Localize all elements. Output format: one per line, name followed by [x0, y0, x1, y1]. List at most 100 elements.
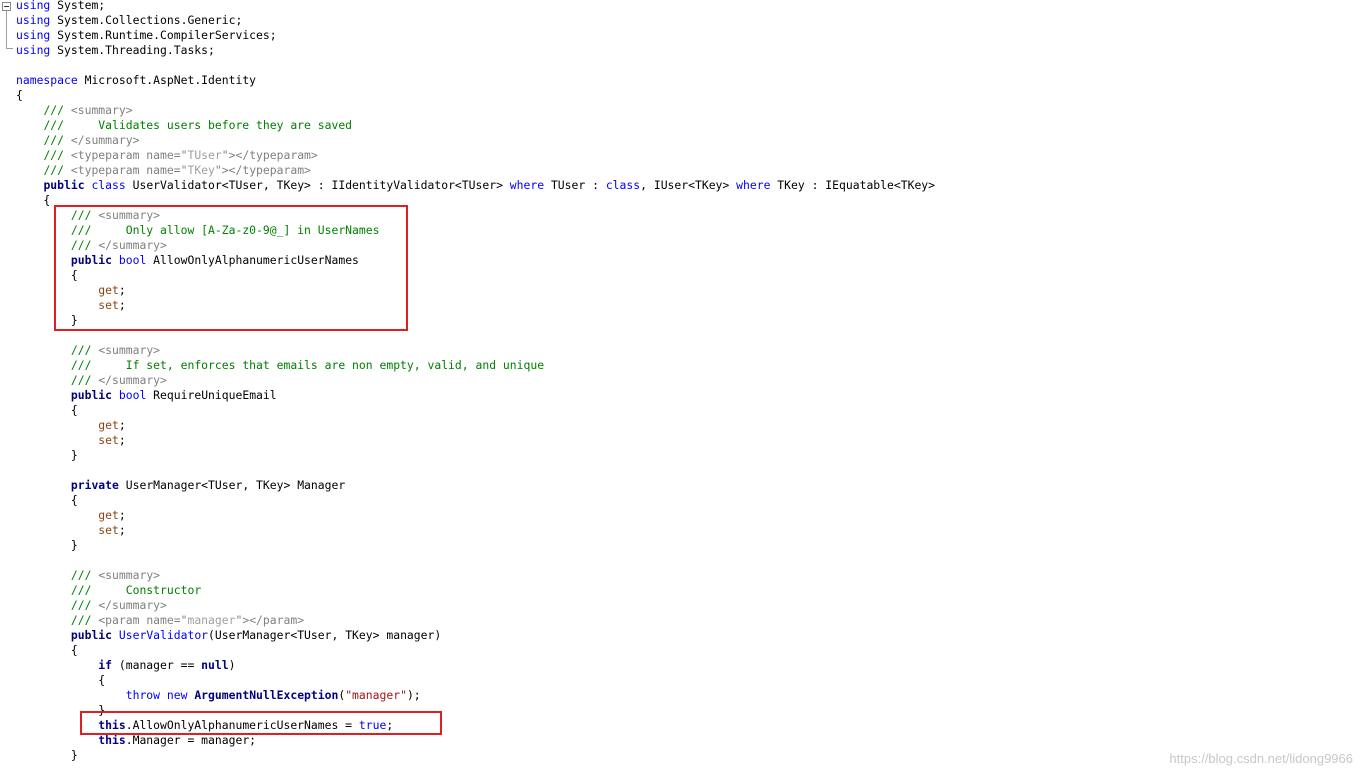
code-token: System.Threading.Tasks;	[50, 43, 215, 57]
code-line[interactable]: this.Manager = manager;	[16, 733, 935, 748]
code-line[interactable]: {	[16, 673, 935, 688]
code-line[interactable]: }	[16, 538, 935, 553]
code-line[interactable]: {	[16, 268, 935, 283]
code-line[interactable]: using System.Collections.Generic;	[16, 13, 935, 28]
code-line[interactable]: get;	[16, 508, 935, 523]
code-line[interactable]: /// </summary>	[16, 373, 935, 388]
code-token: {	[16, 673, 106, 687]
code-line[interactable]: private UserManager<TUser, TKey> Manager	[16, 478, 935, 493]
code-token: "></param>	[235, 613, 305, 627]
code-token: "manager"	[345, 688, 407, 702]
code-token: TUser :	[544, 178, 606, 192]
code-line[interactable]: using System.Threading.Tasks;	[16, 43, 935, 58]
code-line[interactable]: /// <param name="manager"></param>	[16, 613, 935, 628]
code-token: using	[16, 13, 51, 27]
code-line[interactable]: /// <summary>	[16, 343, 935, 358]
code-line[interactable]: throw new ArgumentNullException("manager…	[16, 688, 935, 703]
code-line[interactable]: {	[16, 643, 935, 658]
code-token: ;	[118, 283, 126, 297]
code-token: </summary>	[98, 373, 167, 387]
code-line[interactable]: get;	[16, 283, 935, 298]
code-line[interactable]: set;	[16, 523, 935, 538]
code-token: .Manager = manager;	[125, 733, 257, 747]
code-line[interactable]	[16, 553, 935, 568]
code-token: Microsoft.AspNet.Identity	[77, 73, 257, 87]
code-token: <typeparam name="	[70, 163, 188, 177]
code-text[interactable]: using System; using System.Collections.Ge…	[16, 0, 935, 763]
code-token: {	[16, 88, 23, 102]
code-line[interactable]: }	[16, 448, 935, 463]
code-line[interactable]: }	[16, 748, 935, 763]
code-token: namespace	[16, 73, 78, 87]
code-line[interactable]	[16, 463, 935, 478]
code-line[interactable]: /// <typeparam name="TKey"></typeparam>	[16, 163, 935, 178]
code-token: if	[98, 658, 113, 672]
code-line[interactable]: /// <typeparam name="TUser"></typeparam>	[16, 148, 935, 163]
code-line[interactable]: if (manager == null)	[16, 658, 935, 673]
code-line[interactable]	[16, 58, 935, 73]
code-line[interactable]: public class UserValidator<TUser, TKey> …	[16, 178, 935, 193]
code-token: "></typeparam>	[221, 148, 318, 162]
code-token: TKey : IEquatable<TKey>	[770, 178, 936, 192]
code-line[interactable]: public bool AllowOnlyAlphanumericUserNam…	[16, 253, 935, 268]
code-line[interactable]: using System;	[16, 0, 935, 13]
code-token: using	[16, 0, 51, 12]
code-line[interactable]: /// <summary>	[16, 568, 935, 583]
code-token: manager	[187, 613, 236, 627]
code-line[interactable]: /// </summary>	[16, 133, 935, 148]
code-token: /// Constructor	[70, 583, 202, 597]
code-line[interactable]: /// Constructor	[16, 583, 935, 598]
code-token: /// Validates users before they are save…	[43, 118, 353, 132]
code-line[interactable]: {	[16, 493, 935, 508]
code-line[interactable]: public bool RequireUniqueEmail	[16, 388, 935, 403]
code-line[interactable]: this.AllowOnlyAlphanumericUserNames = tr…	[16, 718, 935, 733]
code-token: ///	[43, 163, 71, 177]
code-line[interactable]	[16, 328, 935, 343]
code-line[interactable]: /// If set, enforces that emails are non…	[16, 358, 935, 373]
code-line[interactable]: /// <summary>	[16, 103, 935, 118]
code-line[interactable]: public UserValidator(UserManager<TUser, …	[16, 628, 935, 643]
code-line[interactable]: namespace Microsoft.AspNet.Identity	[16, 73, 935, 88]
code-line[interactable]: /// </summary>	[16, 598, 935, 613]
code-editor[interactable]: using System; using System.Collections.Ge…	[0, 0, 1363, 776]
code-token: using	[16, 28, 51, 42]
code-line[interactable]: using System.Runtime.CompilerServices;	[16, 28, 935, 43]
code-token: UserValidator<TUser, TKey> : IIdentityVa…	[125, 178, 510, 192]
code-token: set	[98, 433, 119, 447]
code-line[interactable]: /// Validates users before they are save…	[16, 118, 935, 133]
code-line[interactable]: /// </summary>	[16, 238, 935, 253]
code-token: bool	[118, 388, 147, 402]
code-line[interactable]: /// Only allow [A-Za-z0-9@_] in UserName…	[16, 223, 935, 238]
code-token: RequireUniqueEmail	[146, 388, 277, 402]
code-line[interactable]: }	[16, 703, 935, 718]
code-line[interactable]: }	[16, 313, 935, 328]
code-token: ///	[70, 373, 99, 387]
collapse-minus-icon[interactable]	[2, 2, 11, 11]
code-token: class	[91, 178, 126, 192]
code-token: System.Runtime.CompilerServices;	[50, 28, 277, 42]
code-line[interactable]: get;	[16, 418, 935, 433]
code-line[interactable]: {	[16, 88, 935, 103]
code-line[interactable]: set;	[16, 298, 935, 313]
code-token: System;	[50, 0, 106, 12]
code-line[interactable]: {	[16, 403, 935, 418]
code-token: ;	[118, 508, 126, 522]
outline-margin[interactable]	[0, 0, 14, 60]
code-line[interactable]: /// <summary>	[16, 208, 935, 223]
code-line[interactable]: {	[16, 193, 935, 208]
code-line[interactable]: set;	[16, 433, 935, 448]
